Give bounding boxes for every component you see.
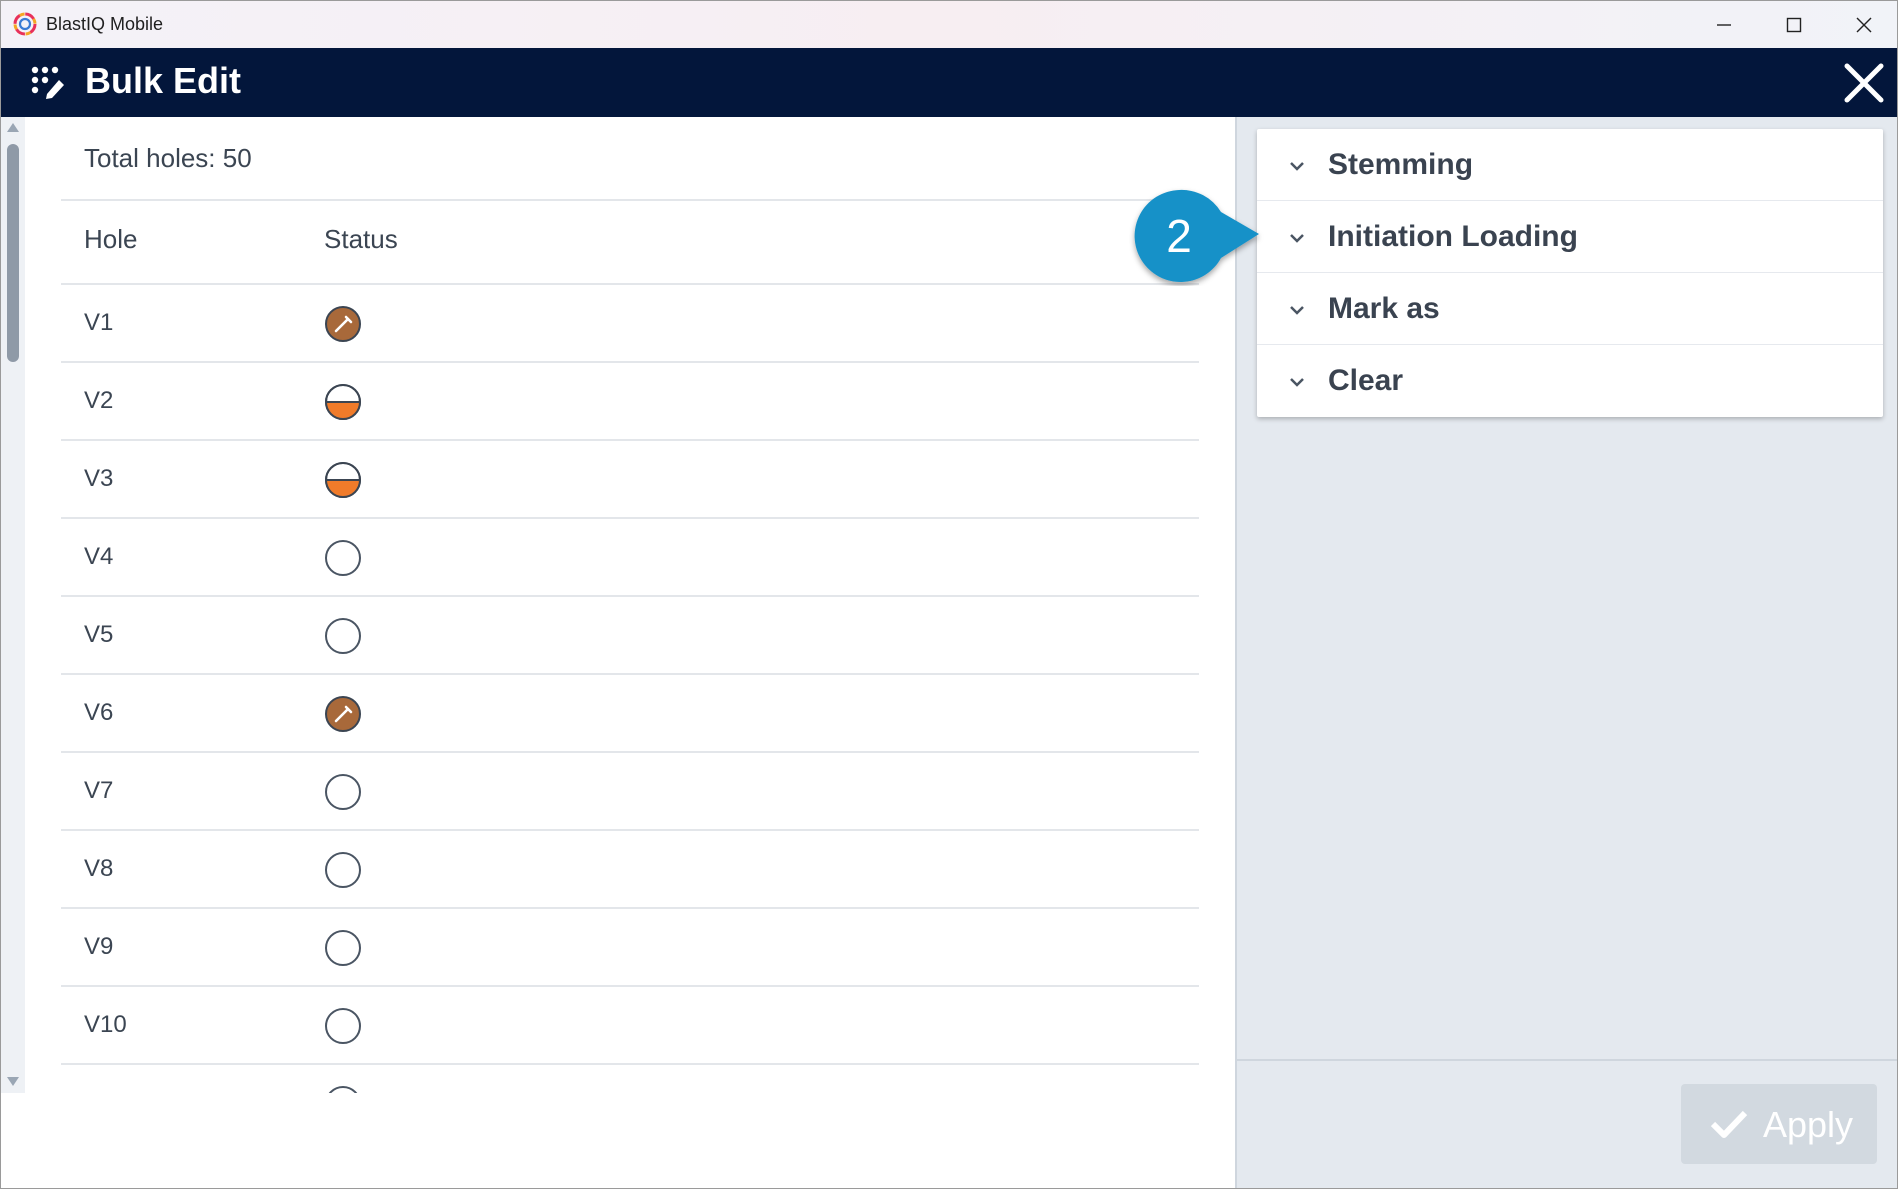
hole-id: V9 [84, 933, 114, 960]
hole-id: V4 [84, 543, 114, 570]
half-loaded-status-icon [325, 384, 361, 420]
window-title: BlastIQ Mobile [46, 14, 164, 34]
app-header: Bulk Edit [1, 48, 1897, 117]
hole-id: V2 [84, 387, 114, 414]
empty-status-icon [325, 1008, 361, 1044]
total-holes-label: Total holes: 50 [84, 143, 252, 173]
chevron-down-icon [1290, 234, 1304, 243]
table-row[interactable] [61, 1065, 1199, 1093]
blastiq-logo-icon [13, 12, 37, 36]
table-row[interactable]: V7 [61, 753, 1199, 831]
table-row[interactable]: V5 [61, 597, 1199, 675]
accordion-label: Initiation Loading [1328, 220, 1578, 253]
half-loaded-status-icon [325, 462, 361, 498]
options-accordion: Stemming Initiation Loading Mark as Clea… [1257, 129, 1883, 417]
drilled-status-icon [325, 696, 361, 732]
hole-id: V1 [84, 309, 114, 336]
chevron-down-icon [1290, 306, 1304, 315]
empty-status-icon [325, 618, 361, 654]
column-header-hole: Hole [84, 224, 138, 254]
accordion-item-initiation-loading[interactable]: Initiation Loading [1257, 201, 1883, 273]
divider [1237, 1059, 1897, 1061]
empty-status-icon [325, 930, 361, 966]
table-row[interactable]: V8 [61, 831, 1199, 909]
hole-id: V7 [84, 777, 114, 804]
maximize-button[interactable] [1759, 1, 1829, 48]
minimize-icon [1717, 24, 1731, 26]
accordion-label: Clear [1328, 364, 1404, 397]
chevron-down-icon [1290, 378, 1304, 387]
table-row[interactable]: V6 [61, 675, 1199, 753]
maximize-icon [1786, 17, 1802, 33]
accordion-item-stemming[interactable]: Stemming [1257, 129, 1883, 201]
accordion-item-mark-as[interactable]: Mark as [1257, 273, 1883, 345]
hole-list-pane: Total holes: 50 Hole Status V1 V2 V3 V4 V5 V6… [1, 117, 1235, 1188]
page-title: Bulk Edit [85, 60, 242, 101]
scroll-thumb[interactable] [7, 144, 19, 362]
hole-id: V8 [84, 855, 114, 882]
hole-id: V3 [84, 465, 114, 492]
bulk-edit-options-pane: Stemming Initiation Loading Mark as Clea… [1235, 117, 1897, 1188]
check-icon [1710, 1110, 1748, 1138]
empty-status-icon [325, 540, 361, 576]
close-icon [1856, 17, 1872, 33]
column-header-status: Status [324, 224, 398, 254]
callout-number: 2 [1166, 210, 1192, 262]
table-row[interactable]: V1 [61, 285, 1199, 363]
empty-status-icon [328, 1086, 358, 1093]
hole-id: V10 [84, 1011, 127, 1038]
table-row[interactable]: V4 [61, 519, 1199, 597]
accordion-label: Stemming [1328, 148, 1474, 181]
window-titlebar: BlastIQ Mobile [1, 1, 1897, 48]
accordion-label: Mark as [1328, 292, 1440, 325]
empty-status-icon [325, 774, 361, 810]
empty-status-icon [325, 852, 361, 888]
table-row[interactable]: V2 [61, 363, 1199, 441]
chevron-down-icon [1290, 162, 1304, 171]
scroll-down-arrow-icon[interactable] [7, 1077, 19, 1086]
drilled-status-icon [325, 306, 361, 342]
table-row[interactable]: V9 [61, 909, 1199, 987]
window-close-button[interactable] [1829, 1, 1897, 48]
scroll-up-arrow-icon[interactable] [7, 123, 19, 132]
apply-button[interactable]: Apply [1681, 1084, 1877, 1164]
app-window: BlastIQ Mobile Bulk Edit Total holes: 50… [0, 0, 1898, 1189]
minimize-button[interactable] [1689, 1, 1759, 48]
vertical-scrollbar[interactable] [1, 117, 25, 1093]
close-icon[interactable] [1841, 60, 1887, 106]
hole-id: V5 [84, 621, 114, 648]
apply-label: Apply [1763, 1104, 1854, 1145]
accordion-item-clear[interactable]: Clear [1257, 345, 1883, 417]
table-row[interactable]: V3 [61, 441, 1199, 519]
hole-id: V6 [84, 699, 114, 726]
hole-list-viewport: Total holes: 50 Hole Status V1 V2 V3 V4 V5 V6… [1, 117, 1235, 1093]
table-row[interactable]: V10 [61, 987, 1199, 1065]
divider [61, 199, 1199, 201]
dots-edit-icon[interactable] [31, 66, 67, 100]
